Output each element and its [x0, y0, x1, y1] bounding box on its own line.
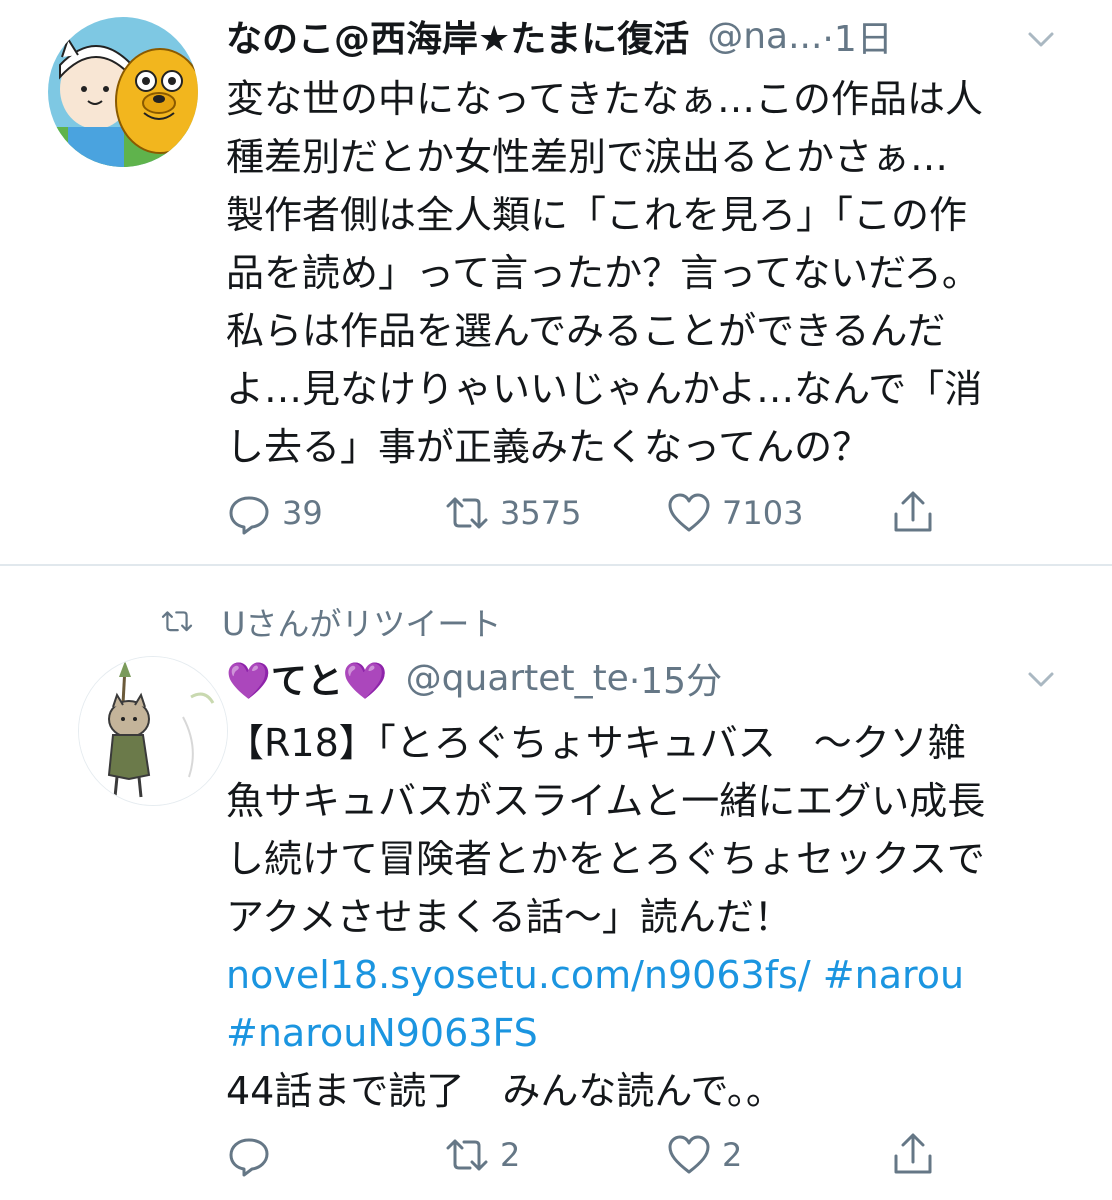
retweet-context-label[interactable]: Uさんがリツイート [222, 599, 501, 645]
share-button[interactable] [890, 488, 946, 538]
display-name[interactable]: 💜てと💜 [226, 652, 388, 704]
retweet-button[interactable]: 2 [444, 1130, 520, 1180]
reply-count: 39 [282, 494, 323, 532]
tweet-text: 【R18】「とろぐちょサキュバス ～クソ雑 魚サキュバスがスライムと一緒にエグい… [226, 714, 1076, 1120]
avatar[interactable] [48, 17, 198, 167]
user-handle[interactable]: @na... [707, 16, 822, 57]
tweet-actions: 39 3575 7103 [226, 488, 986, 538]
tweet-header: なのこ@西海岸★たまに復活 @na... ·1日 [226, 14, 893, 61]
retweet-count: 3575 [500, 494, 582, 532]
heart-icon [668, 1135, 710, 1174]
timestamp[interactable]: ·1日 [822, 10, 892, 62]
display-name[interactable]: なのこ@西海岸★たまに復活 [226, 10, 689, 62]
like-count: 7103 [722, 494, 804, 532]
divider [0, 564, 1112, 566]
like-count: 2 [722, 1136, 743, 1174]
chevron-down-icon[interactable] [1022, 20, 1060, 58]
heart-icon [668, 493, 710, 532]
retweet-context: Uさんがリツイート [160, 599, 501, 645]
like-button[interactable]: 2 [666, 1130, 742, 1180]
tweet-actions: 2 2 [226, 1130, 986, 1180]
reply-button[interactable]: 39 [226, 488, 323, 538]
retweet-icon [446, 1139, 488, 1171]
tweet-text-main: 【R18】「とろぐちょサキュバス ～クソ雑 魚サキュバスがスライムと一緒にエグい… [226, 721, 986, 939]
avatar-illustration [48, 17, 198, 167]
reply-icon [229, 1138, 269, 1177]
hashtag[interactable]: #narou [823, 953, 964, 997]
user-handle[interactable]: @quartet_te [406, 658, 629, 699]
tweet-header: 💜てと💜 @quartet_te ·15分 [226, 656, 722, 703]
tweet-link[interactable]: novel18.syosetu.com/n9063fs/ [226, 953, 811, 997]
avatar-illustration [79, 657, 227, 805]
retweet-count: 2 [500, 1136, 521, 1174]
tweet-text-tail: 44話まで読了 みんな読んで。。 [226, 1069, 784, 1113]
chevron-down-icon[interactable] [1022, 660, 1060, 698]
reply-button[interactable] [226, 1130, 282, 1180]
retweet-icon [446, 497, 488, 529]
tweet-text: 変な世の中になってきたなぁ…この作品は人 種差別だとか女性差別で涙出るとかさぁ…… [226, 77, 983, 469]
share-icon [894, 1133, 932, 1174]
retweet-icon [161, 611, 193, 632]
retweet-button[interactable]: 3575 [444, 488, 581, 538]
reply-icon [229, 496, 269, 535]
share-button[interactable] [890, 1130, 946, 1180]
avatar[interactable] [78, 656, 228, 806]
hashtag[interactable]: #narouN9063FS [226, 1011, 538, 1055]
tweet[interactable]: なのこ@西海岸★たまに復活 @na... ·1日 変な世の中になってきたなぁ…こ… [0, 0, 1112, 566]
share-icon [894, 491, 932, 532]
timestamp[interactable]: ·15分 [629, 652, 722, 704]
like-button[interactable]: 7103 [666, 488, 803, 538]
tweet[interactable]: Uさんがリツイート 💜てと💜 @quartet_te ·15分 【R18】「とろ… [0, 568, 1112, 1200]
